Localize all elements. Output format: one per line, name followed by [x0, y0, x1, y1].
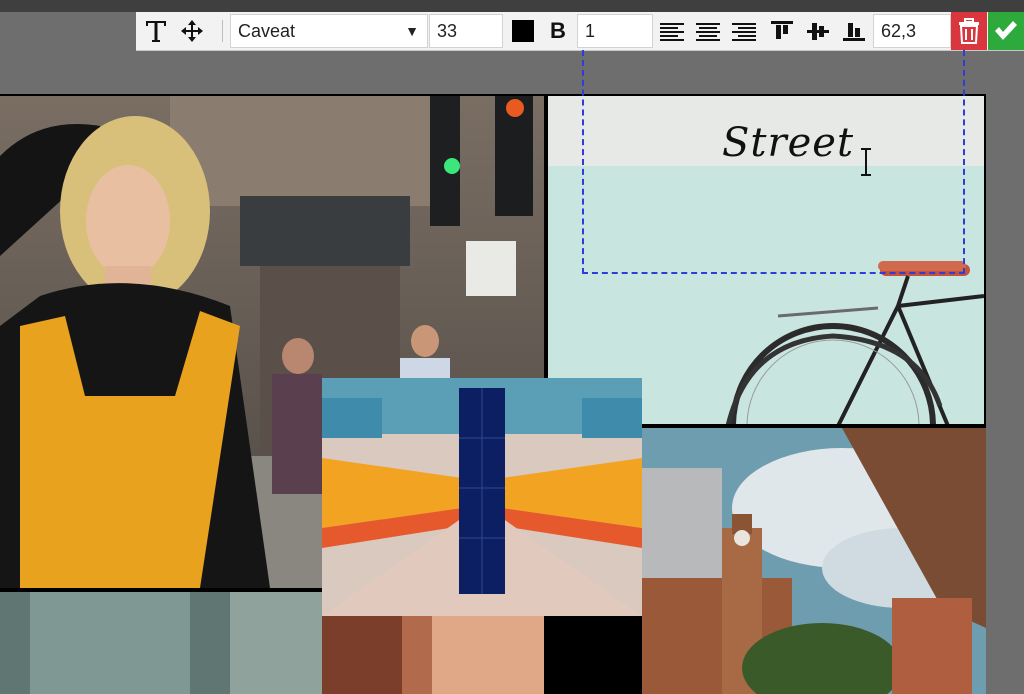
valign-middle-icon: [807, 23, 829, 40]
photo-subway-station[interactable]: [322, 378, 642, 616]
color-swatch: [512, 20, 534, 42]
move-tool-button[interactable]: [176, 14, 208, 48]
dropdown-arrow-icon: ▼: [405, 23, 419, 39]
align-left-icon: [660, 23, 684, 41]
font-family-dropdown[interactable]: Caveat ▼: [230, 14, 428, 48]
checkmark-icon: [995, 21, 1017, 40]
delete-button[interactable]: [951, 12, 987, 50]
toolbar-separator: [222, 20, 223, 42]
text-cursor-icon: [861, 148, 871, 176]
align-center-icon: [696, 23, 720, 41]
text-tool-button[interactable]: [140, 14, 172, 48]
align-right-button[interactable]: [727, 14, 761, 48]
line-spacing-value: 1: [585, 20, 596, 41]
valign-bottom-button[interactable]: [837, 14, 871, 48]
valign-middle-button[interactable]: [801, 14, 835, 48]
align-center-button[interactable]: [691, 14, 725, 48]
align-left-button[interactable]: [655, 14, 689, 48]
text-color-button[interactable]: [506, 14, 540, 48]
valign-top-icon: [771, 21, 793, 39]
position-input[interactable]: 62,3: [873, 14, 951, 48]
font-size-input[interactable]: 33: [429, 14, 503, 48]
confirm-button[interactable]: [988, 12, 1024, 50]
font-size-value: 33: [437, 20, 458, 41]
photo-buildings-sky[interactable]: [642, 428, 986, 694]
bold-label: B: [550, 18, 566, 43]
move-icon: [181, 20, 203, 42]
line-spacing-input[interactable]: 1: [577, 14, 653, 48]
text-toolbar: Caveat ▼ 33 B 1 62,3: [136, 12, 1024, 51]
window-top-strip: [0, 0, 1024, 12]
valign-top-button[interactable]: [765, 14, 799, 48]
align-right-icon: [732, 23, 756, 41]
font-family-value: Caveat: [238, 20, 296, 41]
position-value: 62,3: [881, 20, 917, 41]
text-tool-icon: [146, 21, 166, 42]
photo-glass-window[interactable]: [0, 592, 322, 694]
trash-icon: [959, 18, 979, 44]
bold-button[interactable]: B: [541, 14, 575, 48]
valign-bottom-icon: [843, 23, 865, 41]
text-element-street[interactable]: Street: [722, 120, 854, 166]
